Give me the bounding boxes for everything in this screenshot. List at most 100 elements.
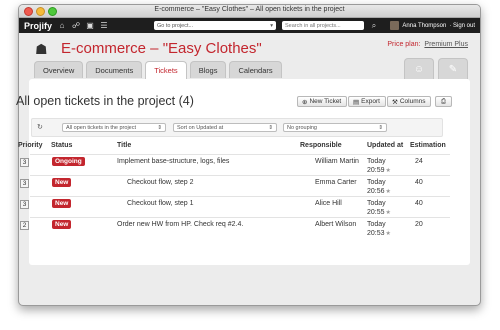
title-bar: E-commerce – "Easy Clothes" – All open t… (19, 5, 480, 18)
chevron-down-icon: ▾ (270, 22, 274, 29)
ticket-responsible: Albert Wilson (315, 221, 357, 228)
updated-day: Today (367, 221, 386, 228)
col-responsible[interactable]: Responsible (300, 142, 342, 149)
print-button[interactable]: ⎙ (435, 96, 452, 107)
tab-documents[interactable]: Documents (86, 61, 143, 78)
col-priority[interactable]: Priority (18, 142, 43, 149)
project-title: E-commerce – "Easy Clothes" (61, 40, 262, 57)
new-ticket-button[interactable]: ⊕ New Ticket (297, 96, 347, 107)
col-estimation[interactable]: Estimation (410, 142, 446, 149)
updated-day: Today (367, 200, 386, 207)
tab-settings[interactable]: ✎ (438, 58, 468, 79)
ticket-title[interactable]: Checkout flow, step 2 (127, 179, 194, 186)
ticket-responsible: Alice Hill (315, 200, 342, 207)
estimation: 40 (415, 200, 423, 207)
updated-time-value: 20:55 (367, 209, 385, 216)
col-status[interactable]: Status (51, 142, 72, 149)
user-name[interactable]: Anna Thompson (402, 23, 446, 29)
updated-day: Today (367, 179, 386, 186)
chevron-updown-icon: ⇕ (268, 124, 273, 131)
signout-link[interactable]: · Sign out (449, 23, 475, 29)
estimation: 40 (415, 179, 423, 186)
tab-members[interactable]: ☺ (404, 58, 434, 79)
project-tabs: Overview Documents Tickets Blogs Calenda… (34, 61, 282, 79)
ticket-title[interactable]: Implement base-structure, logs, files (117, 158, 229, 165)
status-badge: New (52, 178, 72, 187)
priority-badge: 3 (20, 179, 29, 188)
table-row[interactable]: 3 New Checkout flow, step 2 Emma Carter … (20, 175, 450, 197)
sort-select[interactable]: Sort on Updated at ⇕ (173, 123, 277, 132)
estimation: 24 (415, 158, 423, 165)
price-plan: Price plan: Premium Plus (387, 41, 468, 48)
pencil-icon: ✎ (448, 63, 458, 75)
columns-label: Columns (399, 98, 426, 105)
tab-overview[interactable]: Overview (34, 61, 84, 78)
search-input[interactable] (282, 21, 365, 30)
star-icon[interactable]: ★ (386, 189, 391, 195)
col-updated[interactable]: Updated at (367, 142, 403, 149)
status-badge: Ongoing (52, 157, 85, 166)
star-icon[interactable]: ★ (386, 168, 391, 174)
updated-time-value: 20:59 (367, 167, 385, 174)
project-select[interactable]: Go to project... ▾ (154, 21, 277, 30)
grouping-select[interactable]: No grouping ⇕ (283, 123, 387, 132)
price-plan-link[interactable]: Premium Plus (424, 41, 468, 48)
export-icon: ▤ (353, 98, 360, 106)
priority-badge: 2 (20, 221, 29, 230)
search-icon[interactable]: ⌕ (370, 21, 378, 30)
window-title: E-commerce – "Easy Clothes" – All open t… (154, 6, 345, 13)
sort-select-value: Sort on Updated at (177, 124, 224, 131)
estimation: 20 (415, 221, 423, 228)
updated-time: 20:53★ (367, 230, 391, 237)
updated-time: 20:55★ (367, 209, 391, 216)
chevron-updown-icon: ⇕ (378, 124, 383, 131)
ticket-title[interactable]: Checkout flow, step 1 (127, 200, 194, 207)
feed-icon[interactable]: ☍ (72, 21, 80, 30)
projects-icon[interactable]: ▣ (86, 21, 94, 30)
table-row[interactable]: 2 New Order new HW from HP. Check req #2… (20, 217, 450, 239)
avatar[interactable] (390, 21, 400, 30)
status-badge: New (52, 199, 72, 208)
ticket-title[interactable]: Order new HW from HP. Check req #2.4. (117, 221, 243, 228)
plus-icon: ⊕ (302, 98, 308, 106)
col-title[interactable]: Title (117, 142, 131, 149)
scope-select[interactable]: All open tickets in the project ⇕ (62, 123, 166, 132)
user-area: Anna Thompson · Sign out (390, 21, 475, 30)
price-plan-label: Price plan: (387, 41, 421, 48)
updated-time: 20:59★ (367, 167, 391, 174)
ticket-responsible: William Martin (315, 158, 359, 165)
people-icon[interactable]: ☰ (100, 21, 108, 30)
tab-tickets[interactable]: Tickets (145, 61, 187, 79)
project-mascot-icon: ☗ (35, 41, 48, 57)
new-ticket-label: New Ticket (309, 98, 342, 105)
home-icon[interactable]: ⌂ (58, 21, 66, 30)
priority-badge: 3 (20, 158, 29, 167)
wrench-icon: ⚒ (392, 98, 398, 106)
updated-time: 20:56★ (367, 188, 391, 195)
app-logo[interactable]: Projify (24, 21, 52, 31)
chevron-updown-icon: ⇕ (157, 124, 162, 131)
export-button[interactable]: ▤ Export (348, 96, 386, 107)
priority-badge: 3 (20, 200, 29, 209)
table-row[interactable]: 3 Ongoing Implement base-structure, logs… (20, 154, 450, 176)
refresh-icon[interactable]: ↻ (37, 123, 43, 131)
status-badge: New (52, 220, 72, 229)
tab-calendars[interactable]: Calendars (229, 61, 282, 78)
page-title: All open tickets in the project (4) (16, 94, 194, 108)
columns-button[interactable]: ⚒ Columns (387, 96, 431, 107)
filter-bar: ↻ All open tickets in the project ⇕ Sort… (31, 118, 443, 137)
updated-time-value: 20:53 (367, 230, 385, 237)
updated-day: Today (367, 158, 386, 165)
print-icon: ⎙ (440, 97, 447, 105)
project-header: ☗ E-commerce – "Easy Clothes" Price plan… (19, 33, 480, 79)
star-icon[interactable]: ★ (386, 231, 391, 237)
table-header: Priority Status Title Responsible Update… (18, 142, 450, 154)
project-select-value: Go to project... (157, 22, 194, 29)
table-row[interactable]: 3 New Checkout flow, step 1 Alice Hill T… (20, 196, 450, 218)
right-tabs: ☺ ✎ (404, 58, 468, 79)
tab-blogs[interactable]: Blogs (189, 61, 227, 78)
star-icon[interactable]: ★ (386, 210, 391, 216)
tickets-table: Priority Status Title Responsible Update… (18, 142, 450, 237)
ticket-responsible: Emma Carter (315, 179, 357, 186)
grouping-select-value: No grouping (287, 124, 317, 131)
